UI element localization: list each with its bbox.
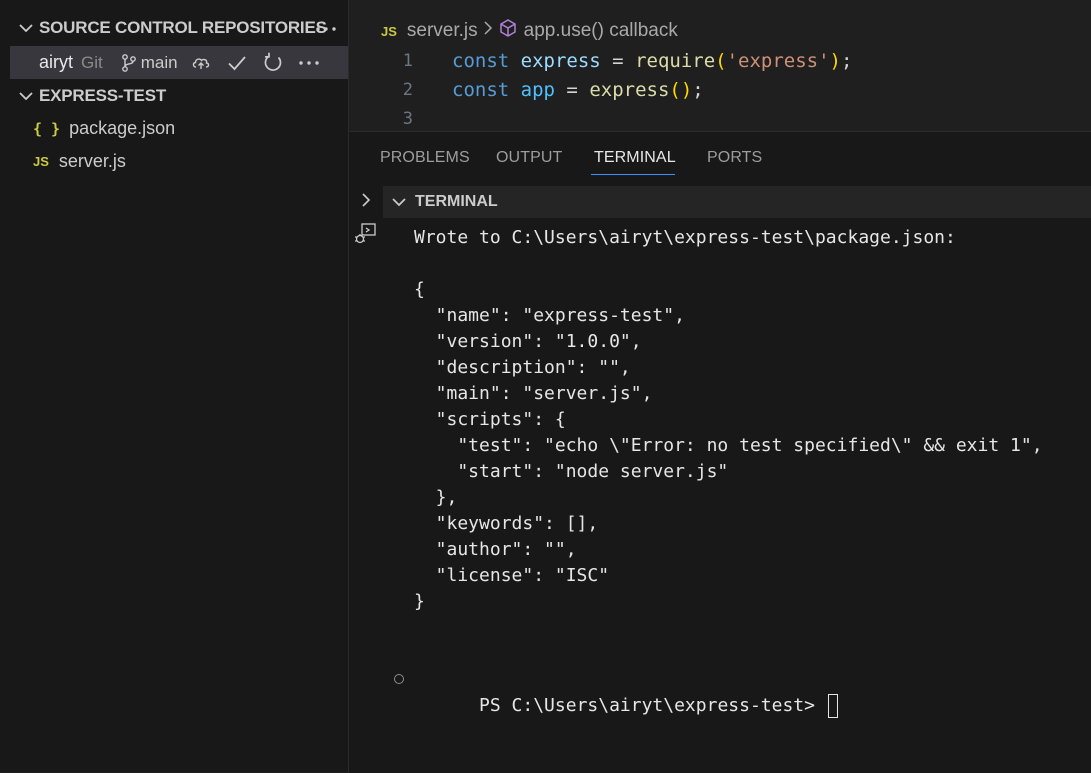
- line-number: 3: [402, 109, 413, 129]
- terminal-output-line: "scripts": {: [414, 409, 566, 430]
- scm-section-title: SOURCE CONTROL REPOSITORIES: [39, 18, 327, 37]
- tab-output[interactable]: OUTPUT: [496, 149, 562, 167]
- symbol-method-icon: [498, 18, 518, 44]
- repo-more-icon[interactable]: [296, 50, 322, 76]
- chevron-down-icon: [16, 86, 36, 106]
- panel-tabs: PROBLEMS OUTPUT TERMINAL PORTS: [349, 132, 1091, 184]
- js-file-icon: JS: [381, 23, 397, 39]
- terminal-output-line: "version": "1.0.0",: [414, 331, 642, 352]
- terminal-output-line: }: [414, 591, 425, 612]
- chevron-down-icon: [16, 18, 36, 38]
- code-line[interactable]: 3: [349, 105, 452, 133]
- file-name: server.js: [58, 151, 126, 171]
- tab-terminal[interactable]: TERMINAL: [594, 149, 676, 167]
- terminal-side-strip: [349, 184, 383, 773]
- file-item-package-json[interactable]: { } package.json: [33, 118, 175, 139]
- tab-ports[interactable]: PORTS: [707, 149, 762, 167]
- terminal-output-line: "name": "express-test",: [414, 305, 685, 326]
- sidebar: SOURCE CONTROL REPOSITORIES airyt Git ma…: [0, 0, 349, 772]
- line-number: 1: [402, 51, 413, 71]
- terminal-prompt: PS C:\Users\airyt\express-test>: [479, 695, 826, 716]
- branch-button[interactable]: main: [121, 53, 178, 73]
- terminal-output[interactable]: PS C:\Users\airyt\express-test> Wrote to…: [383, 218, 1091, 773]
- terminal-output-line: "description": "",: [414, 357, 631, 378]
- js-file-icon: JS: [33, 154, 49, 169]
- branch-icon: [121, 53, 136, 72]
- refresh-icon[interactable]: [260, 50, 286, 76]
- breadcrumb-file[interactable]: server.js: [407, 20, 478, 42]
- terminal-header[interactable]: TERMINAL: [383, 186, 1091, 218]
- breadcrumb: JS server.js app.use() callback: [381, 18, 678, 44]
- code-line[interactable]: 2 const app = express();: [349, 76, 704, 104]
- terminal-output-line: "main": "server.js",: [414, 383, 653, 404]
- terminal-prompt-line[interactable]: PS C:\Users\airyt\express-test>: [414, 667, 838, 718]
- chevron-right-icon: [482, 20, 494, 42]
- breadcrumb-symbol[interactable]: app.use() callback: [524, 20, 678, 42]
- folder-title: EXPRESS-TEST: [39, 86, 167, 105]
- more-icon[interactable]: [314, 19, 338, 39]
- repo-provider: Git: [81, 52, 103, 72]
- repo-name: airyt: [39, 52, 74, 72]
- scm-section-header[interactable]: SOURCE CONTROL REPOSITORIES: [16, 18, 327, 38]
- folder-section-header[interactable]: EXPRESS-TEST: [16, 86, 166, 106]
- bottom-panel: PROBLEMS OUTPUT TERMINAL PORTS TERMINAL …: [349, 131, 1091, 773]
- branch-name: main: [140, 52, 178, 72]
- line-number: 2: [402, 80, 413, 100]
- terminal-output-line: "test": "echo \"Error: no test specified…: [414, 435, 1043, 456]
- code-text: const app = express();: [452, 79, 704, 101]
- debug-console-icon[interactable]: [353, 222, 377, 251]
- terminal-output-line: "start": "node server.js": [414, 461, 729, 482]
- json-file-icon: { }: [33, 119, 61, 138]
- active-tab-indicator: [591, 174, 675, 175]
- terminal-output-line: "keywords": [],: [414, 513, 599, 534]
- terminal-output-line: {: [414, 279, 425, 300]
- file-item-server-js[interactable]: JS server.js: [33, 151, 126, 172]
- code-line[interactable]: 1 const express = require('express');: [349, 47, 853, 75]
- terminal-output-line: Wrote to C:\Users\airyt\express-test\pac…: [414, 227, 956, 248]
- repository-row[interactable]: airyt Git main: [10, 46, 348, 79]
- terminal-output-line: "author": "",: [414, 539, 577, 560]
- terminal-cursor: [827, 694, 838, 718]
- terminal-output-line: "license": "ISC": [414, 565, 610, 586]
- check-icon[interactable]: [224, 50, 250, 76]
- terminal-output-line: },: [414, 487, 458, 508]
- cloud-upload-icon[interactable]: [188, 50, 214, 76]
- terminal-title: TERMINAL: [415, 193, 498, 210]
- chevron-right-icon[interactable]: [358, 190, 374, 215]
- command-status-icon: [394, 674, 404, 684]
- tab-problems[interactable]: PROBLEMS: [380, 149, 470, 167]
- file-name: package.json: [69, 118, 176, 138]
- editor: JS server.js app.use() callback 1 const e…: [349, 0, 1091, 130]
- chevron-down-icon: [389, 192, 409, 212]
- code-text: const express = require('express');: [452, 50, 853, 72]
